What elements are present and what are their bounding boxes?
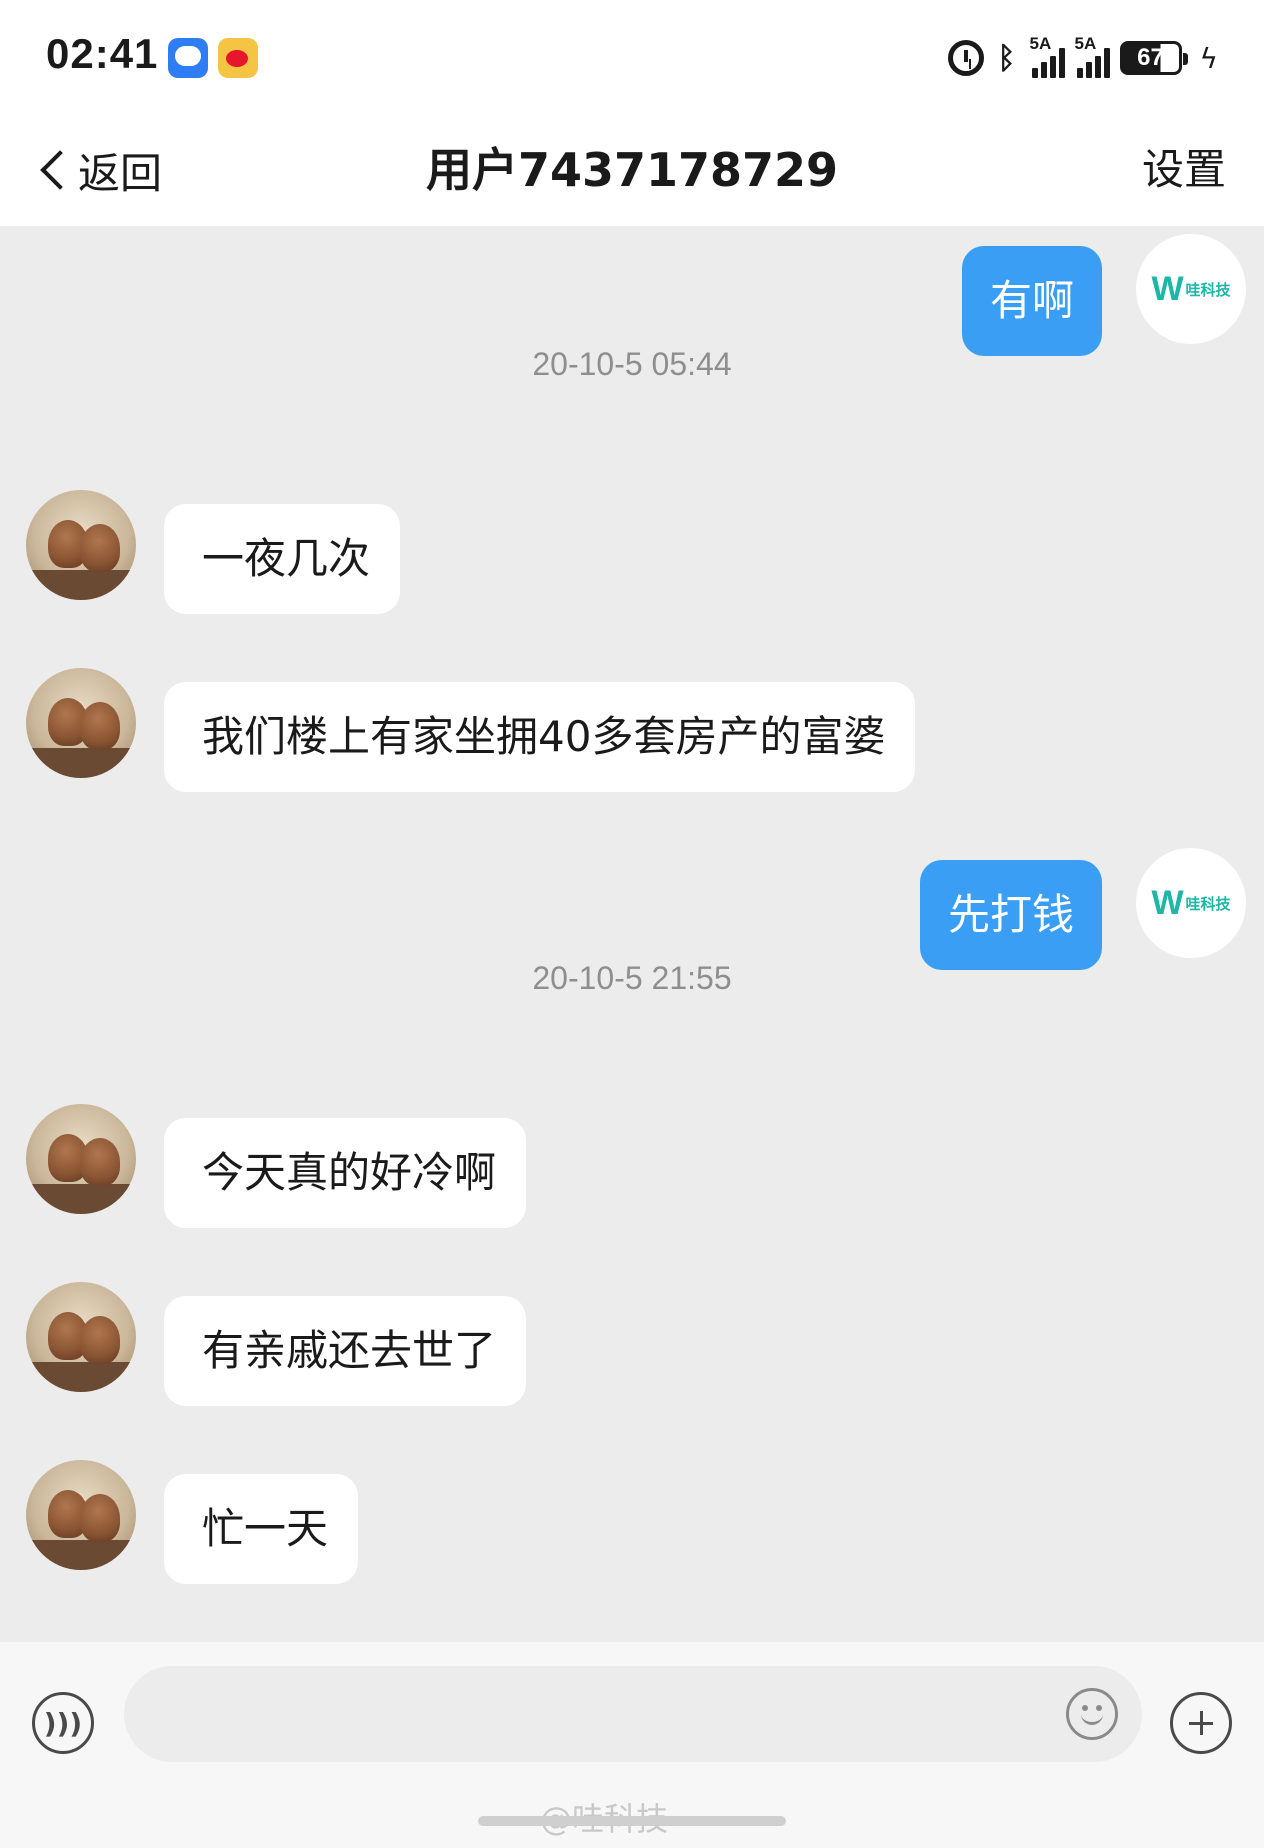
page-title: 用户7437178729: [425, 143, 839, 197]
message-bubble-other[interactable]: 忙一天: [164, 1474, 359, 1584]
chat-area[interactable]: 有啊 W 哇科技 20-10-5 05:44 一夜几次 我们楼上有家坐拥40多套房…: [0, 226, 1264, 1642]
voice-input-button[interactable]: ))): [32, 1692, 94, 1754]
message-bubble-other[interactable]: 今天真的好冷啊: [164, 1118, 527, 1228]
avatar[interactable]: [26, 668, 136, 778]
avatar[interactable]: W 哇科技: [1136, 234, 1246, 344]
home-indicator[interactable]: [478, 1816, 786, 1826]
emoji-icon[interactable]: [1066, 1688, 1118, 1740]
signal-label: 5A: [1029, 34, 1052, 53]
logo-text: 哇科技: [1185, 280, 1231, 299]
avatar[interactable]: [26, 1282, 136, 1392]
nav-bar: 返回 用户7437178729 设置: [0, 118, 1264, 226]
message-input[interactable]: [124, 1666, 1142, 1762]
message-bubble-self[interactable]: 先打钱: [919, 860, 1102, 970]
input-bar: ))) @哇科技: [0, 1642, 1264, 1848]
avatar[interactable]: [26, 1104, 136, 1214]
status-bar: 02:41 ᛒ 5A 5A 67 ϟ: [0, 0, 1264, 118]
logo-text: 哇科技: [1185, 894, 1231, 913]
logo-icon: W: [1151, 883, 1184, 922]
avatar[interactable]: [26, 490, 136, 600]
signal-5a-icon: 5A: [1030, 34, 1065, 78]
avatar[interactable]: W 哇科技: [1136, 848, 1246, 958]
voice-icon: ))): [43, 1706, 83, 1740]
avatar[interactable]: [26, 1460, 136, 1570]
signal-5a-icon: 5A: [1075, 34, 1110, 78]
plus-icon[interactable]: [1170, 1692, 1232, 1754]
battery-icon: 67: [1119, 41, 1188, 75]
status-time: 02:41: [46, 30, 159, 77]
charging-icon: ϟ: [1199, 41, 1218, 75]
status-icons: ᛒ 5A 5A 67 ϟ: [947, 34, 1218, 80]
alarm-icon: [947, 40, 984, 76]
timestamp: 20-10-5 21:55: [532, 960, 732, 996]
message-bubble-self[interactable]: 有啊: [961, 246, 1102, 356]
message-bubble-other[interactable]: 一夜几次: [164, 504, 401, 614]
signal-label: 5A: [1074, 34, 1097, 53]
logo-icon: W: [1151, 269, 1184, 308]
battery-level: 67: [1137, 44, 1164, 71]
message-bubble-other[interactable]: 有亲戚还去世了: [164, 1296, 527, 1406]
settings-button[interactable]: 设置: [1142, 140, 1226, 200]
message-app-icon: [168, 38, 208, 78]
weibo-icon: [218, 38, 258, 78]
bluetooth-icon: ᛒ: [997, 40, 1016, 76]
timestamp: 20-10-5 05:44: [532, 346, 732, 382]
message-bubble-other[interactable]: 我们楼上有家坐拥40多套房产的富婆: [164, 682, 916, 792]
